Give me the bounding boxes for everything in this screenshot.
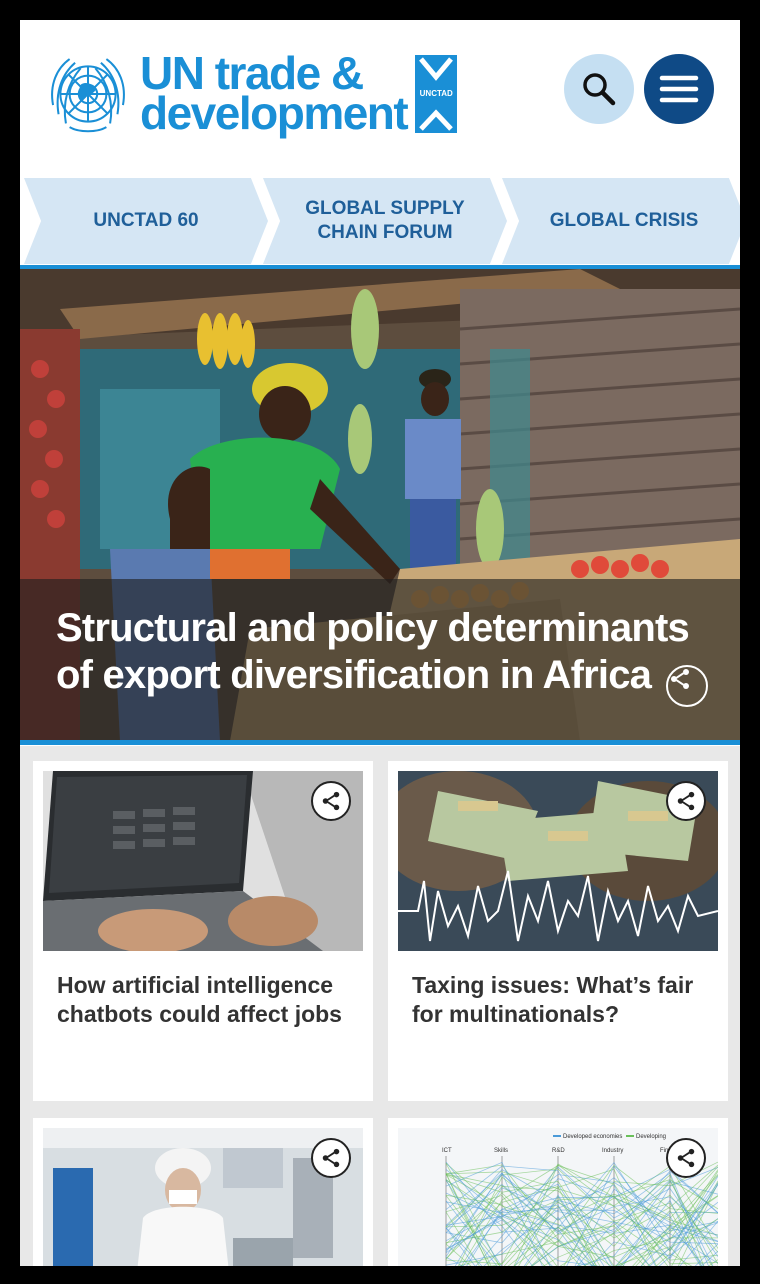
menu-button[interactable] [644, 54, 714, 124]
share-button[interactable] [311, 781, 351, 821]
share-icon [671, 669, 689, 689]
story-card[interactable]: Taxing issues: What’s fair for multinati… [388, 761, 728, 1101]
share-button[interactable] [666, 1138, 706, 1178]
unctad-badge-label: UNCTAD [419, 89, 453, 98]
share-icon [677, 791, 695, 811]
share-button[interactable] [666, 781, 706, 821]
story-grid: How artificial intelligence chatbots cou… [20, 746, 740, 1266]
un-emblem-icon [51, 58, 125, 133]
share-button[interactable] [311, 1138, 351, 1178]
hero-story[interactable]: Structural and policy determinants of ex… [20, 269, 740, 741]
logo-wordmark: UN trade & development [140, 51, 409, 139]
site-logo[interactable]: UN trade & development UNCTAD [42, 50, 458, 139]
share-icon [322, 791, 340, 811]
legend-developed: Developed economies [563, 1134, 622, 1140]
site-header: UN trade & development UNCTAD [20, 20, 740, 178]
page: UN trade & development UNCTAD UNCTAD 60 … [20, 20, 740, 1266]
axis-label-rd: R&D [552, 1148, 565, 1154]
story-title[interactable]: How artificial intelligence chatbots cou… [57, 971, 357, 1029]
nav-global-crisis[interactable]: GLOBAL CRISIS [502, 178, 740, 264]
hero-title[interactable]: Structural and policy determinants of ex… [56, 605, 696, 699]
nav-unctad-60[interactable]: UNCTAD 60 [24, 178, 268, 264]
share-icon [322, 1148, 340, 1168]
logo-line-2: development [140, 87, 409, 139]
legend-developing: Developing [636, 1134, 666, 1140]
story-card[interactable]: Developed economies Developing ICT Skill… [388, 1118, 728, 1266]
nav-global-supply-chain-forum[interactable]: GLOBAL SUPPLY CHAIN FORUM [263, 178, 507, 264]
axis-label-ict: ICT [442, 1148, 452, 1154]
search-icon [583, 73, 616, 106]
story-card[interactable]: How artificial intelligence chatbots cou… [33, 761, 373, 1101]
search-button[interactable] [564, 54, 634, 124]
divider [20, 740, 740, 745]
story-title[interactable]: Taxing issues: What’s fair for multinati… [412, 971, 712, 1029]
share-icon [677, 1148, 695, 1168]
hero-share-button[interactable] [666, 665, 708, 707]
axis-label-skills: Skills [494, 1148, 508, 1154]
featured-nav: UNCTAD 60 GLOBAL SUPPLY CHAIN FORUM GLOB… [20, 178, 740, 264]
story-card[interactable] [33, 1118, 373, 1266]
hamburger-menu-icon [659, 75, 699, 103]
unctad-badge: UNCTAD [415, 55, 458, 133]
axis-label-industry: Industry [602, 1148, 623, 1154]
